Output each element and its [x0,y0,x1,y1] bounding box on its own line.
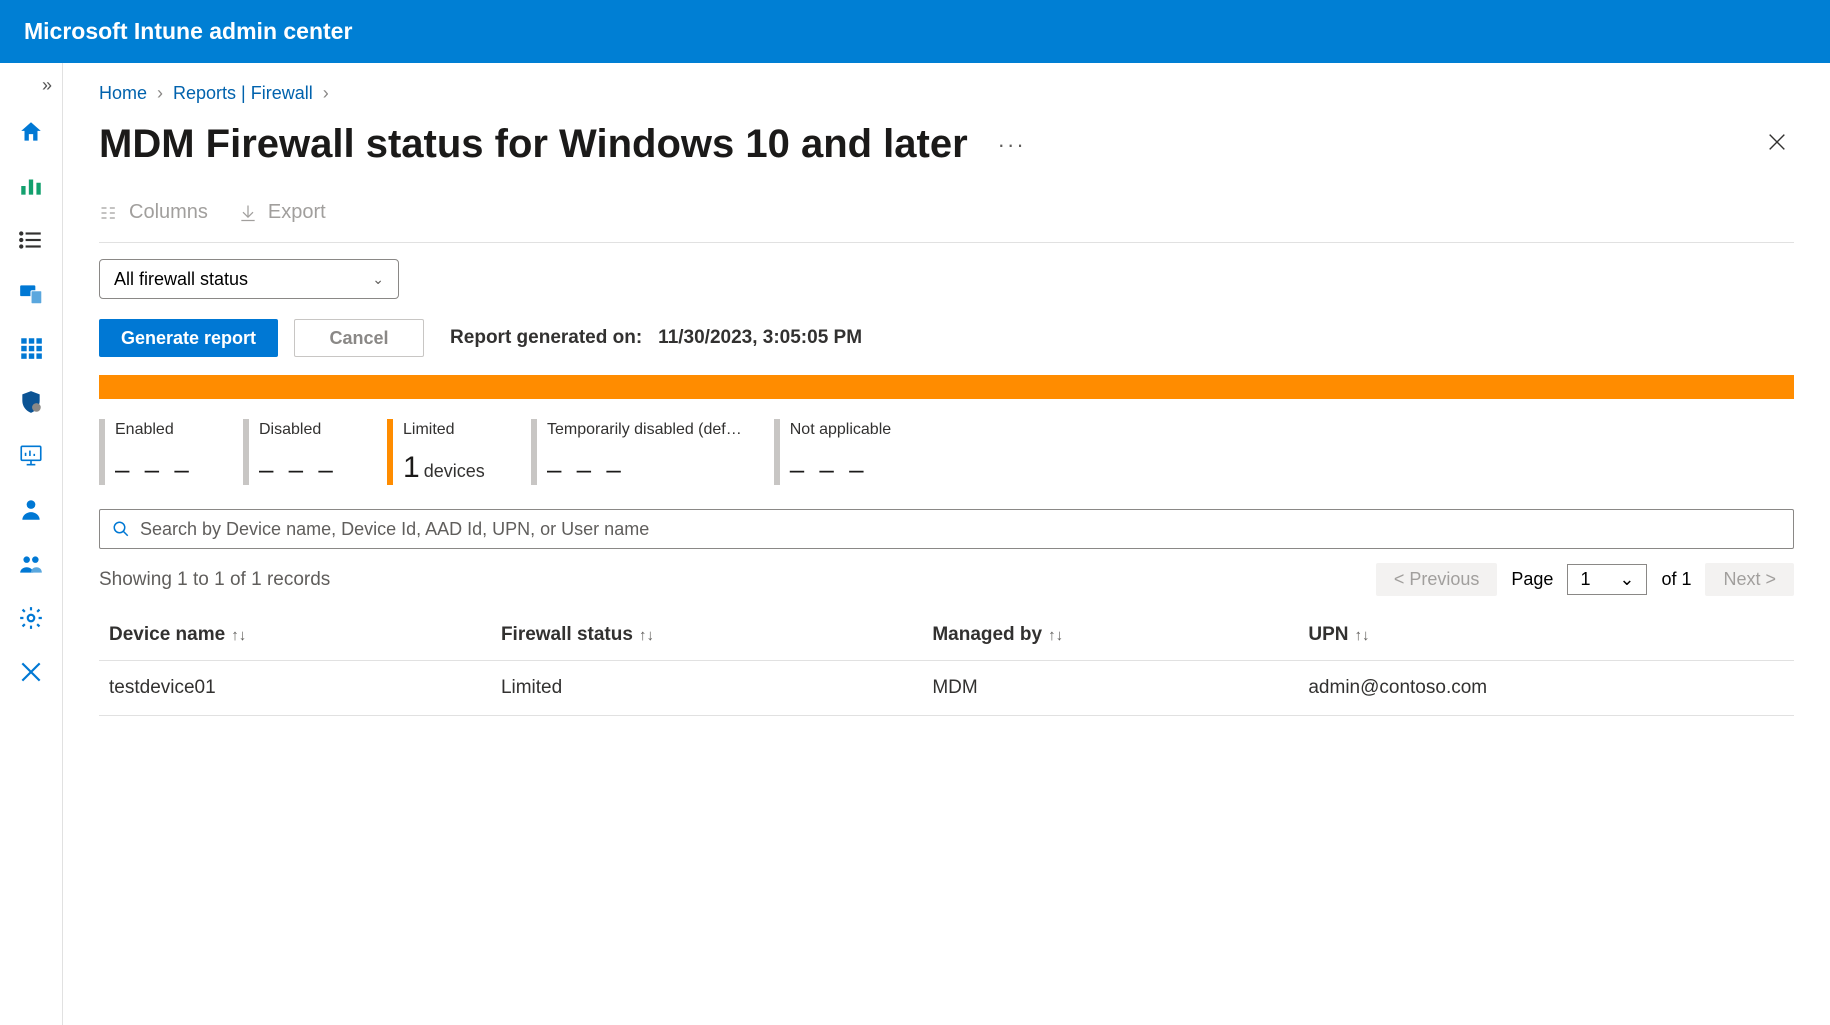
search-icon [112,520,130,538]
page-title: MDM Firewall status for Windows 10 and l… [99,122,968,167]
sidebar-devices[interactable] [13,276,49,312]
export-button[interactable]: Export [238,201,326,224]
search-box[interactable] [99,509,1794,549]
sidebar-home[interactable] [13,114,49,150]
download-icon [238,203,258,223]
expand-sidebar-icon[interactable]: » [42,75,62,96]
report-timestamp-label: Report generated on: [450,327,642,349]
more-actions-icon[interactable]: ··· [998,132,1026,158]
gear-icon [18,605,44,631]
breadcrumb-home[interactable]: Home [99,83,147,104]
stat-na: Not applicable – – – [774,419,899,485]
person-icon [18,497,44,523]
progress-bar [99,375,1794,399]
sidebar-troubleshoot[interactable] [13,654,49,690]
stat-disabled: Disabled – – – [243,419,363,485]
cell-upn: admin@contoso.com [1298,661,1794,716]
stat-enabled: Enabled – – – [99,419,219,485]
app-header: Microsoft Intune admin center [0,0,1830,63]
sidebar-users[interactable] [13,492,49,528]
report-timestamp-value: 11/30/2023, 3:05:05 PM [658,327,862,349]
monitor-chart-icon [18,443,44,469]
filter-selected: All firewall status [114,269,248,290]
next-page-button[interactable]: Next > [1705,563,1794,596]
sidebar-groups[interactable] [13,546,49,582]
chart-icon [18,173,44,199]
breadcrumb: Home › Reports | Firewall › [99,83,1794,104]
close-button[interactable] [1760,125,1794,164]
columns-icon [99,203,119,223]
table-header-row: Device name↑↓ Firewall status↑↓ Managed … [99,610,1794,661]
main-content: Home › Reports | Firewall › MDM Firewall… [63,63,1830,1025]
sort-icon: ↑↓ [639,627,654,644]
app-title: Microsoft Intune admin center [24,18,352,45]
table-row[interactable]: testdevice01 Limited MDM admin@contoso.c… [99,661,1794,716]
sort-icon: ↑↓ [231,627,246,644]
stat-limited: Limited 1devices [387,419,507,485]
sort-icon: ↑↓ [1048,627,1063,644]
close-icon [1766,131,1788,153]
sidebar-security[interactable] [13,384,49,420]
col-device[interactable]: Device name↑↓ [99,610,491,661]
page-select[interactable]: 1 ⌄ [1567,564,1647,595]
sidebar-tenant[interactable] [13,600,49,636]
chevron-down-icon: ⌄ [372,271,384,288]
cell-status: Limited [491,661,922,716]
sidebar-dashboard[interactable] [13,168,49,204]
sidebar-reports[interactable] [13,438,49,474]
breadcrumb-reports[interactable]: Reports | Firewall [173,83,313,104]
sort-icon: ↑↓ [1354,627,1369,644]
nav-sidebar: » [0,63,63,1025]
search-input[interactable] [140,519,1781,540]
columns-label: Columns [129,201,208,224]
sidebar-apps[interactable] [13,330,49,366]
home-icon [18,119,44,145]
page-label: Page [1511,569,1553,590]
col-status[interactable]: Firewall status↑↓ [491,610,922,661]
devices-icon [18,281,44,307]
shield-icon [18,389,44,415]
list-icon [18,227,44,253]
chevron-right-icon: › [157,83,163,104]
cancel-button[interactable]: Cancel [294,319,424,357]
cell-device: testdevice01 [99,661,491,716]
generate-report-button[interactable]: Generate report [99,319,278,357]
prev-page-button[interactable]: < Previous [1376,563,1498,596]
col-managed[interactable]: Managed by↑↓ [922,610,1298,661]
tools-icon [18,659,44,685]
chevron-right-icon: › [323,83,329,104]
people-icon [18,551,44,577]
columns-button[interactable]: Columns [99,201,208,224]
stat-temporary: Temporarily disabled (def… – – – [531,419,750,485]
chevron-down-icon: ⌄ [1619,569,1634,590]
filter-dropdown[interactable]: All firewall status ⌄ [99,259,399,299]
page-total: of 1 [1661,569,1691,590]
records-summary: Showing 1 to 1 of 1 records [99,569,330,591]
cell-managed: MDM [922,661,1298,716]
apps-grid-icon [18,335,44,361]
col-upn[interactable]: UPN↑↓ [1298,610,1794,661]
results-table: Device name↑↓ Firewall status↑↓ Managed … [99,610,1794,716]
sidebar-list[interactable] [13,222,49,258]
export-label: Export [268,201,326,224]
